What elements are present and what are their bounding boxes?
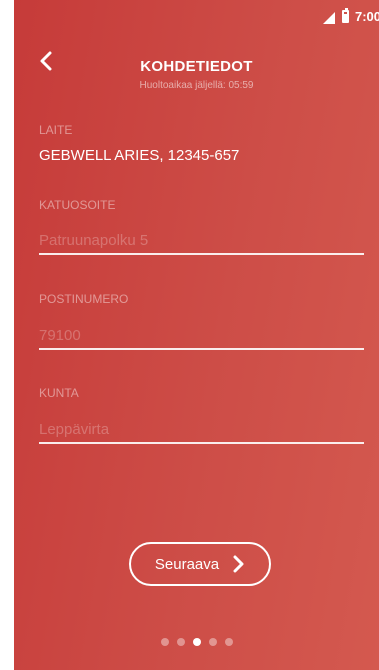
device-label: LAITE xyxy=(39,123,73,137)
page-title: KOHDETIEDOT xyxy=(140,58,253,75)
street-label: KATUOSOITE xyxy=(39,198,116,212)
city-label: KUNTA xyxy=(39,386,79,400)
status-time: 7:00 xyxy=(354,9,379,24)
city-input[interactable] xyxy=(39,416,364,444)
signal-icon xyxy=(323,12,335,24)
chevron-right-icon xyxy=(233,555,244,573)
page-indicator xyxy=(14,638,379,646)
page-dot[interactable] xyxy=(224,638,233,646)
postal-code-input[interactable] xyxy=(39,322,364,350)
battery-icon xyxy=(342,8,349,23)
time-remaining: Huoltoaikaa jäljellä: 05:59 xyxy=(139,80,254,91)
page-dot[interactable] xyxy=(160,638,169,646)
page-dot-active[interactable] xyxy=(192,638,201,646)
next-button-label: Seuraava xyxy=(154,555,220,573)
page-dot[interactable] xyxy=(208,638,217,646)
street-input[interactable] xyxy=(39,227,364,255)
page-dot[interactable] xyxy=(176,638,185,646)
postal-label: POSTINUMERO xyxy=(39,292,129,306)
app-screen: 7:00 KOHDETIEDOT Huoltoaikaa jäljellä: 0… xyxy=(14,0,379,670)
status-bar: 7:00 xyxy=(14,0,379,34)
next-button[interactable]: Seuraava xyxy=(129,542,271,586)
device-value: GEBWELL ARIES, 12345-657 xyxy=(39,147,240,164)
